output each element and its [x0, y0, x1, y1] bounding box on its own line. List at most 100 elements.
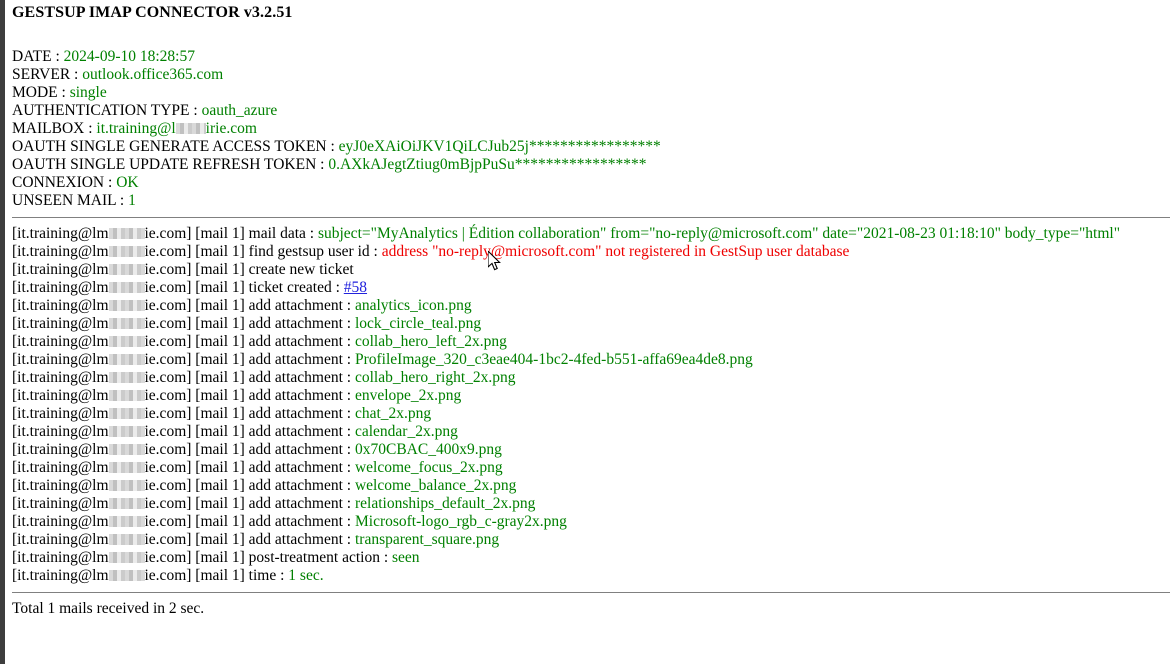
log-mail-tag: [mail 1]: [195, 315, 249, 332]
redaction-block-icon: [108, 318, 145, 329]
log-mailbox-prefix: [it.training@lm: [12, 495, 109, 512]
log-mailbox-suffix: ie.com]: [144, 351, 196, 368]
log-row: [it.training@lm ie.com] [mail 1] add atta…: [12, 441, 1170, 459]
log-mailbox-prefix: [it.training@lm: [12, 333, 109, 350]
info-label-mailbox: MAILBOX :: [12, 120, 97, 137]
log-mailbox-suffix: ie.com]: [144, 567, 196, 584]
log-row: [it.training@lm ie.com] [mail 1] add atta…: [12, 495, 1170, 513]
redaction-block-icon: [108, 426, 145, 437]
log-value: 0x70CBAC_400x9.png: [354, 441, 502, 458]
log-value: calendar_2x.png: [354, 423, 458, 440]
log-mailbox-suffix: ie.com]: [144, 405, 196, 422]
redaction-block-icon: [108, 570, 145, 581]
info-label-unseen-mail: UNSEEN MAIL :: [12, 192, 129, 209]
redaction-block-icon: [108, 264, 145, 275]
log-value: relationships_default_2x.png: [354, 495, 536, 512]
log-action-label: add attachment :: [248, 477, 355, 494]
log-row: [it.training@lm ie.com] [mail 1] add atta…: [12, 477, 1170, 495]
log-value: seen: [392, 549, 420, 566]
mail-processing-log: [it.training@lm ie.com] [mail 1] mail dat…: [12, 225, 1170, 585]
log-action-label: add attachment :: [248, 333, 355, 350]
info-value-server: outlook.office365.com: [82, 66, 224, 83]
ticket-link[interactable]: #58: [344, 279, 367, 296]
log-action-label: find gestsup user id :: [248, 243, 382, 260]
log-row: [it.training@lm ie.com] [mail 1] add atta…: [12, 315, 1170, 333]
log-value: subject="MyAnalytics | Édition collabora…: [317, 225, 1121, 242]
log-mail-tag: [mail 1]: [195, 279, 249, 296]
refresh-token-mask: *****************: [514, 156, 647, 173]
info-value-authentication-type: oauth_azure: [201, 102, 278, 119]
redaction-block-icon: [175, 123, 206, 134]
info-label-date: DATE :: [12, 48, 64, 65]
log-row: [it.training@lm ie.com] [mail 1] add atta…: [12, 387, 1170, 405]
log-mailbox-suffix: ie.com]: [144, 243, 196, 260]
status-badge-connexion: OK: [116, 174, 139, 191]
info-row-connexion: CONNEXION : OK: [12, 174, 1170, 192]
info-label-authentication-type: AUTHENTICATION TYPE :: [12, 102, 202, 119]
log-row: [it.training@lm ie.com] [mail 1] add atta…: [12, 513, 1170, 531]
redaction-block-icon: [108, 534, 145, 545]
log-mailbox-suffix: ie.com]: [144, 387, 196, 404]
log-value: welcome_balance_2x.png: [354, 477, 517, 494]
log-action-label: add attachment :: [248, 495, 355, 512]
log-mail-tag: [mail 1]: [195, 369, 249, 386]
info-label-server: SERVER :: [12, 66, 83, 83]
log-action-label: time :: [248, 567, 289, 584]
info-row-mode: MODE : single: [12, 84, 1170, 102]
info-value-unseen-mail: 1: [128, 192, 136, 209]
redaction-block-icon: [108, 372, 145, 383]
log-row: [it.training@lm ie.com] [mail 1] add atta…: [12, 369, 1170, 387]
log-action-label: add attachment :: [248, 351, 355, 368]
log-mail-tag: [mail 1]: [195, 567, 249, 584]
log-mail-tag: [mail 1]: [195, 387, 249, 404]
info-value-mailbox-suffix: irie.com: [205, 120, 257, 137]
log-action-label: ticket created :: [248, 279, 344, 296]
log-mail-tag: [mail 1]: [195, 495, 249, 512]
redaction-block-icon: [108, 336, 145, 347]
log-mailbox-suffix: ie.com]: [144, 279, 196, 296]
info-value-mailbox-prefix: it.training@l: [96, 120, 176, 137]
info-value-date: 2024-09-10 18:28:57: [63, 48, 195, 65]
log-mailbox-prefix: [it.training@lm: [12, 477, 109, 494]
redaction-block-icon: [108, 516, 145, 527]
info-row-server: SERVER : outlook.office365.com: [12, 66, 1170, 84]
log-row: [it.training@lm ie.com] [mail 1] add atta…: [12, 351, 1170, 369]
log-mail-tag: [mail 1]: [195, 441, 249, 458]
log-mailbox-suffix: ie.com]: [144, 261, 196, 278]
log-mailbox-suffix: ie.com]: [144, 531, 196, 548]
log-mailbox-prefix: [it.training@lm: [12, 243, 109, 260]
log-action-label: post-treatment action :: [248, 549, 393, 566]
log-mailbox-prefix: [it.training@lm: [12, 297, 109, 314]
log-mailbox-prefix: [it.training@lm: [12, 423, 109, 440]
log-action-label: add attachment :: [248, 531, 355, 548]
log-mailbox-prefix: [it.training@lm: [12, 261, 109, 278]
log-value: chat_2x.png: [354, 405, 432, 422]
log-mailbox-suffix: ie.com]: [144, 369, 196, 386]
log-value: welcome_focus_2x.png: [354, 459, 503, 476]
log-row: [it.training@lm ie.com] [mail 1] add atta…: [12, 531, 1170, 549]
log-row: [it.training@lm ie.com] [mail 1] add atta…: [12, 459, 1170, 477]
log-mailbox-prefix: [it.training@lm: [12, 567, 109, 584]
log-value: collab_hero_right_2x.png: [354, 369, 516, 386]
log-action-label: create new ticket: [248, 261, 354, 278]
log-value: envelope_2x.png: [354, 387, 462, 404]
log-mailbox-prefix: [it.training@lm: [12, 279, 109, 296]
log-row: [it.training@lm ie.com] [mail 1] add atta…: [12, 297, 1170, 315]
log-mailbox-suffix: ie.com]: [144, 549, 196, 566]
log-row: [it.training@lm ie.com] [mail 1] create n…: [12, 261, 1170, 279]
log-mailbox-prefix: [it.training@lm: [12, 351, 109, 368]
redaction-block-icon: [108, 444, 145, 455]
imap-connector-report: GESTSUP IMAP CONNECTOR v3.2.51 DATE : 20…: [0, 0, 1170, 618]
redaction-block-icon: [108, 300, 145, 311]
info-row-authentication-type: AUTHENTICATION TYPE : oauth_azure: [12, 102, 1170, 120]
log-mailbox-prefix: [it.training@lm: [12, 405, 109, 422]
log-row: [it.training@lm ie.com] [mail 1] time : 1…: [12, 567, 1170, 585]
log-mailbox-prefix: [it.training@lm: [12, 387, 109, 404]
log-mail-tag: [mail 1]: [195, 423, 249, 440]
log-row: [it.training@lm ie.com] [mail 1] post-tre…: [12, 549, 1170, 567]
log-mail-tag: [mail 1]: [195, 351, 249, 368]
log-mailbox-prefix: [it.training@lm: [12, 531, 109, 548]
footer-summary: Total 1 mails received in 2 sec.: [12, 600, 205, 617]
info-label-access-token: OAUTH SINGLE GENERATE ACCESS TOKEN :: [12, 138, 339, 155]
separator-bottom: [12, 592, 1170, 593]
